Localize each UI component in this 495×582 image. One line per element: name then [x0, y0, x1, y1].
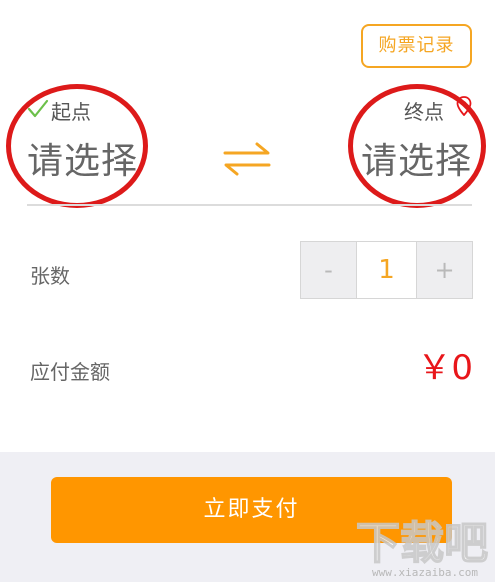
quantity-value: 1 [357, 242, 416, 298]
location-pin-icon [456, 96, 472, 116]
watermark-url: www.xiazaiba.com [372, 566, 478, 579]
purchase-history-button[interactable]: 购票记录 [361, 24, 472, 68]
swap-arrows-icon[interactable] [222, 142, 272, 176]
increase-button[interactable]: + [416, 242, 472, 298]
amount-value: ￥0 [417, 348, 473, 388]
origin-select[interactable]: 请选择 [27, 132, 138, 184]
destination-select[interactable]: 请选择 [361, 132, 472, 184]
quantity-label: 张数 [30, 264, 70, 288]
decrease-button[interactable]: - [301, 242, 357, 298]
quantity-stepper: - 1 + [300, 241, 473, 299]
watermark-text: 下载吧 [356, 518, 488, 569]
destination-label: 终点 [404, 100, 444, 124]
route-divider [27, 204, 472, 206]
check-icon [27, 99, 49, 118]
origin-label: 起点 [51, 100, 91, 124]
amount-label: 应付金额 [30, 360, 110, 384]
